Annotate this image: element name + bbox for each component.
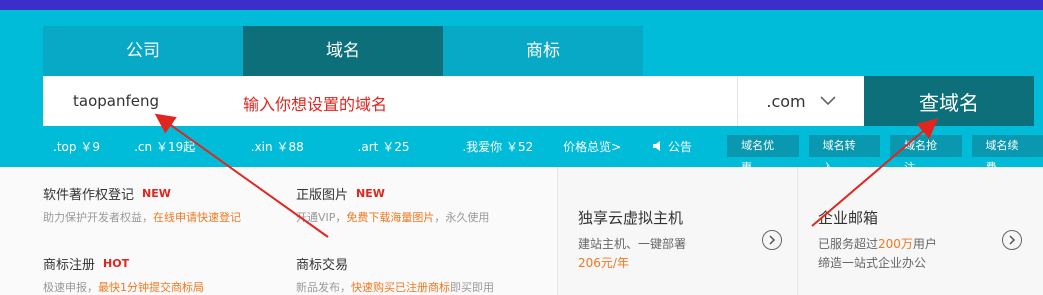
card-desc: 建站主机、一键部署 206元/年	[578, 235, 686, 273]
service-stock-images[interactable]: 正版图片 NEW 开通VIP，免费下载海量图片，永久使用	[296, 184, 489, 225]
price-item-art[interactable]: .art ￥25	[358, 138, 453, 155]
service-desc-highlight: 快速购买已注册商标	[351, 281, 450, 294]
price-tld: .top	[53, 139, 77, 154]
tab-company[interactable]: 公司	[43, 26, 243, 76]
service-desc-suffix: 即买即用	[450, 281, 494, 294]
service-software-copyright[interactable]: 软件著作权登记 NEW 助力保护开发者权益，在线申请快速登记	[43, 184, 241, 225]
chevron-right-icon[interactable]	[762, 230, 782, 250]
service-desc: 开通VIP，	[296, 211, 347, 224]
tab-trademark[interactable]: 商标	[443, 26, 643, 76]
price-value: ￥52	[506, 139, 534, 154]
service-desc-suffix: ，永久使用	[434, 211, 490, 224]
chip-domain-snatch[interactable]: 域名抢注	[890, 135, 962, 174]
tld-select[interactable]: .com	[737, 76, 864, 126]
chevron-down-icon	[820, 96, 836, 106]
chevron-right-icon[interactable]	[1002, 230, 1022, 250]
card-line: 建站主机、一键部署	[578, 237, 687, 251]
price-tld: .cn	[134, 139, 153, 154]
chip-domain-discount[interactable]: 域名优惠	[727, 135, 799, 174]
new-badge: NEW	[142, 187, 171, 200]
service-trademark-trading[interactable]: 商标交易 新品发布，快速购买已注册商标即买即用	[296, 254, 494, 295]
service-desc: 极速申报，	[43, 281, 98, 294]
notice-label: 公告	[667, 139, 692, 154]
card-highlight: 200万	[878, 237, 913, 251]
price-value: ￥9	[80, 139, 100, 154]
price-row: .top ￥9 .cn ￥19起 .xin ￥88 .art ￥25 .我爱你 …	[43, 134, 1043, 174]
price-item-xin[interactable]: .xin ￥88	[251, 138, 348, 155]
price-item-cn[interactable]: .cn ￥19起	[134, 138, 241, 155]
chip-domain-renew[interactable]: 域名续费	[971, 135, 1043, 174]
search-domain-button[interactable]: 查域名	[864, 76, 1034, 126]
top-bar	[0, 0, 1043, 10]
price-value: ￥88	[276, 139, 304, 154]
price-tld: .art	[357, 139, 379, 154]
search-box: 输入你想设置的域名 .com	[43, 76, 864, 126]
domain-search-input[interactable]	[43, 76, 737, 126]
card-enterprise-mail[interactable]: 企业邮箱 已服务超过200万用户 缔造一站式企业办公	[797, 167, 1043, 295]
price-item-top[interactable]: .top ￥9	[53, 138, 124, 155]
service-desc: 助力保护开发者权益，	[43, 211, 153, 224]
price-item-woaini[interactable]: .我爱你 ￥52	[462, 138, 563, 155]
new-badge: NEW	[356, 187, 385, 200]
card-title: 企业邮箱	[818, 209, 879, 227]
service-title: 商标交易	[296, 258, 349, 273]
search-tabs: 公司 域名 商标	[43, 26, 643, 76]
price-value: ￥25	[382, 139, 410, 154]
card-line-suffix: 用户	[912, 237, 937, 251]
service-desc: 新品发布，	[296, 281, 351, 294]
price-tld: .xin	[250, 139, 273, 154]
card-line: 缔造一站式企业办公	[818, 256, 927, 270]
card-line: 已服务超过	[818, 237, 879, 251]
service-desc-highlight: 免费下载海量图片	[346, 211, 435, 224]
chip-domain-transfer[interactable]: 域名转入	[808, 135, 881, 174]
card-virtual-host[interactable]: 独享云虚拟主机 建站主机、一键部署 206元/年	[557, 167, 797, 295]
price-overview-link[interactable]: 价格总览>	[563, 138, 652, 155]
service-title: 软件著作权登记	[43, 188, 135, 203]
card-desc: 已服务超过200万用户 缔造一站式企业办公	[818, 235, 937, 273]
tab-domain[interactable]: 域名	[243, 26, 443, 76]
service-title: 正版图片	[296, 188, 349, 203]
service-desc-highlight: 最快1分钟提交商标局	[98, 281, 204, 294]
price-tld: .我爱你	[462, 139, 503, 154]
tld-selected-value: .com	[766, 91, 806, 111]
speaker-icon	[652, 141, 660, 151]
price-value: ￥19起	[155, 139, 196, 154]
hot-badge: HOT	[103, 257, 130, 270]
service-trademark-registration[interactable]: 商标注册 HOT 极速申报，最快1分钟提交商标局	[43, 254, 204, 295]
service-title: 商标注册	[43, 258, 96, 273]
notice-link[interactable]: 公告	[652, 138, 717, 155]
card-title: 独享云虚拟主机	[578, 209, 684, 227]
card-price: 206元/年	[578, 256, 629, 270]
service-desc-highlight: 在线申请快速登记	[153, 211, 241, 224]
